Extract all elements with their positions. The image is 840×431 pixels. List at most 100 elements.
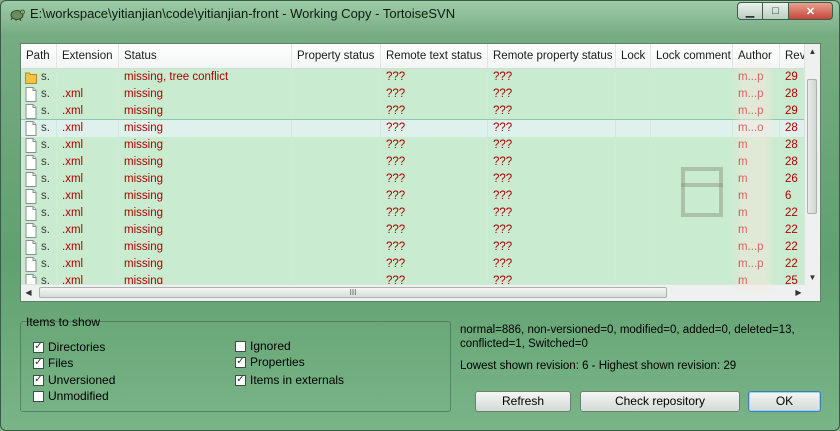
cell-remote-property-status: ??? <box>488 205 616 222</box>
cell-status: missing <box>119 154 292 171</box>
tortoisesvn-window: E:\workspace\yitianjian\code\yitianjian-… <box>0 0 840 431</box>
cell-lock <box>616 205 651 222</box>
column-header-remote-text-status[interactable]: Remote text status <box>381 44 488 68</box>
horizontal-scrollbar[interactable]: ◀ III ▶ <box>21 284 806 301</box>
cell-rev: 6 <box>780 188 806 205</box>
checkbox-box[interactable]: ✓ <box>33 357 44 369</box>
close-button[interactable]: ✕ <box>789 2 833 20</box>
file-icon <box>25 189 37 204</box>
checkbox-ignored[interactable]: Ignored <box>235 339 291 353</box>
column-header-extension[interactable]: Extension <box>57 44 119 68</box>
cell-lock <box>616 188 651 205</box>
cell-extension: .xml <box>57 103 119 120</box>
cell-path: s. <box>21 103 57 120</box>
table-row[interactable]: s. .xml missing?????? m...o 28 <box>21 119 807 138</box>
table-row[interactable]: s. .xml missing?????? m...p 22 <box>21 256 806 273</box>
vertical-scroll-thumb[interactable] <box>807 79 817 214</box>
cell-lock <box>616 171 651 188</box>
cell-path: s. <box>21 205 57 222</box>
cell-status: missing <box>119 120 292 137</box>
file-icon <box>25 155 37 170</box>
cell-path: s. <box>21 137 57 154</box>
cell-remote-text-status: ??? <box>381 86 488 103</box>
column-header-path[interactable]: Path <box>21 44 57 68</box>
checkbox-items-in-externals[interactable]: ✓ Items in externals <box>235 373 344 387</box>
checkbox-directories[interactable]: ✓ Directories <box>33 340 105 354</box>
checkbox-unversioned[interactable]: ✓ Unversioned <box>33 373 115 387</box>
cell-lock <box>616 120 651 137</box>
column-header-author[interactable]: Author <box>733 44 780 68</box>
minimize-button[interactable]: ▁ <box>737 2 763 20</box>
scroll-left-icon[interactable]: ◀ <box>21 285 36 300</box>
scroll-right-icon[interactable]: ▶ <box>791 285 806 300</box>
cell-lock <box>616 86 651 103</box>
cell-lock <box>616 154 651 171</box>
cell-extension: .xml <box>57 137 119 154</box>
cell-remote-property-status: ??? <box>488 171 616 188</box>
path-text: s. <box>41 190 50 202</box>
maximize-button[interactable]: □ <box>763 2 789 20</box>
cell-path: s. <box>21 222 57 239</box>
checkbox-box[interactable]: ✓ <box>235 356 246 368</box>
checkbox-properties[interactable]: ✓ Properties <box>235 355 305 369</box>
cell-lock <box>616 103 651 120</box>
path-text: s. <box>41 224 50 236</box>
cell-extension: .xml <box>57 256 119 273</box>
file-icon <box>25 138 37 153</box>
checkbox-files[interactable]: ✓ Files <box>33 356 73 370</box>
cell-status: missing <box>119 137 292 154</box>
cell-rev: 28 <box>780 154 806 171</box>
cell-extension: .xml <box>57 120 119 137</box>
checkbox-label: Unmodified <box>48 389 109 403</box>
vertical-scrollbar[interactable]: ▲ ▼ <box>804 44 820 285</box>
status-summary: normal=886, non-versioned=0, modified=0,… <box>460 323 830 351</box>
column-header-status[interactable]: Status <box>119 44 292 68</box>
cell-lock-comment <box>651 69 733 86</box>
path-text: s. <box>41 139 50 151</box>
overlay-window-bar <box>681 183 723 187</box>
scroll-up-icon[interactable]: ▲ <box>805 44 820 59</box>
file-icon <box>25 121 37 136</box>
table-row[interactable]: s. .xml missing?????? m 22 <box>21 222 806 239</box>
cell-status: missing <box>119 171 292 188</box>
title-bar[interactable]: E:\workspace\yitianjian\code\yitianjian-… <box>1 1 839 27</box>
cell-path: s. <box>21 188 57 205</box>
checkbox-box[interactable]: ✓ <box>235 374 246 386</box>
table-row[interactable]: s. .xml missing?????? m 28 <box>21 137 806 154</box>
refresh-button[interactable]: Refresh <box>475 391 571 412</box>
caption-buttons: ▁ □ ✕ <box>737 2 833 21</box>
cell-property-status <box>292 86 381 103</box>
cell-rev: 28 <box>780 137 806 154</box>
column-header-property-status[interactable]: Property status <box>292 44 381 68</box>
table-row[interactable]: s. missing, tree conflict?????? m...p 29 <box>21 69 806 86</box>
cell-lock <box>616 239 651 256</box>
column-header-remote-property-status[interactable]: Remote property status <box>488 44 616 68</box>
cell-remote-property-status: ??? <box>488 69 616 86</box>
column-header-lock[interactable]: Lock <box>616 44 651 68</box>
table-row[interactable]: s. .xml missing?????? m...p 28 <box>21 86 806 103</box>
items-to-show-label: Items to show <box>26 315 101 329</box>
cell-property-status <box>292 205 381 222</box>
checkbox-box[interactable]: ✓ <box>33 341 44 353</box>
horizontal-scroll-thumb[interactable]: III <box>39 287 667 298</box>
checkbox-unmodified[interactable]: Unmodified <box>33 389 109 403</box>
ok-button[interactable]: OK <box>748 391 821 412</box>
table-row[interactable]: s. .xml missing?????? m...p 22 <box>21 239 806 256</box>
checkbox-box[interactable]: ✓ <box>33 374 44 386</box>
checkbox-box[interactable] <box>33 390 44 402</box>
checkbox-box[interactable] <box>235 340 246 352</box>
table-row[interactable]: s. .xml missing?????? m...p 29 <box>21 103 806 120</box>
cell-remote-text-status: ??? <box>381 239 488 256</box>
cell-status: missing <box>119 103 292 120</box>
cell-lock-comment <box>651 222 733 239</box>
column-header-lock-comment[interactable]: Lock comment <box>651 44 733 68</box>
scroll-down-icon[interactable]: ▼ <box>805 270 820 285</box>
cell-remote-text-status: ??? <box>381 171 488 188</box>
path-text: s. <box>41 88 50 100</box>
cell-property-status <box>292 137 381 154</box>
checkbox-label: Directories <box>48 340 106 354</box>
cell-path: s. <box>21 120 57 137</box>
file-icon <box>25 206 37 221</box>
checkbox-label: Files <box>48 356 74 370</box>
check-repository-button[interactable]: Check repository <box>580 391 740 412</box>
